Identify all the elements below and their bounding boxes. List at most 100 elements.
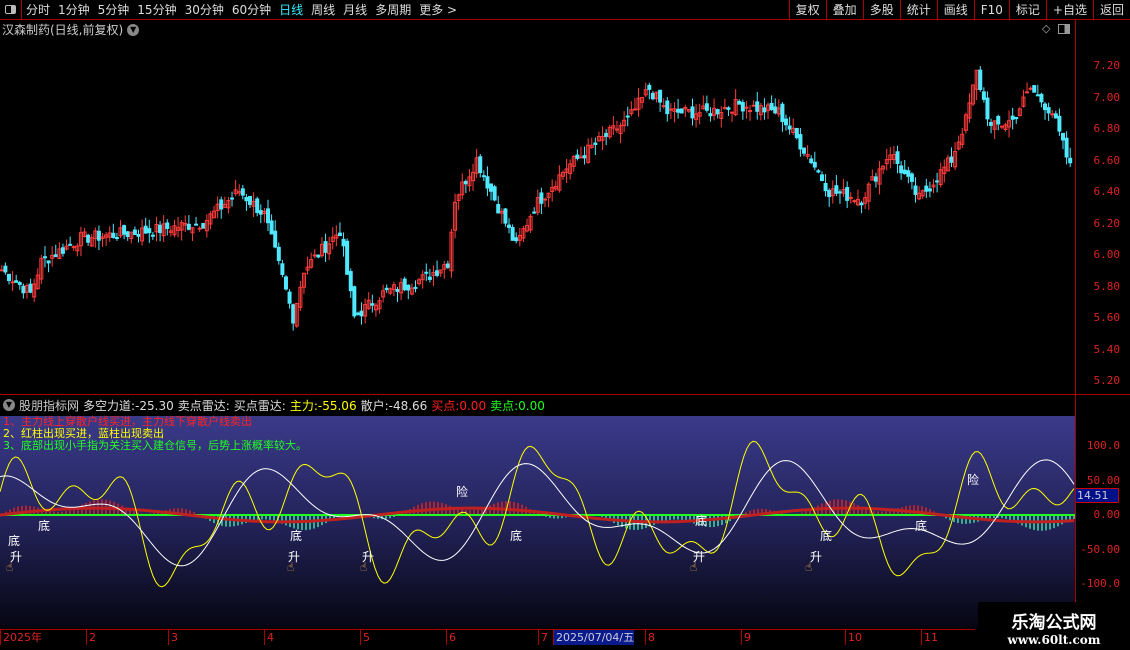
toolbar-button[interactable]: 叠加	[825, 0, 863, 20]
period-tab[interactable]: 月线	[339, 1, 371, 18]
candle	[1046, 107, 1051, 114]
candle	[481, 175, 486, 178]
candle	[150, 234, 155, 237]
candle	[873, 176, 878, 182]
candle	[158, 224, 163, 234]
toolbar-button[interactable]: 标记	[1008, 0, 1046, 20]
candle	[291, 304, 296, 324]
toolbar-button[interactable]: +自选	[1045, 0, 1093, 20]
candle	[658, 89, 663, 103]
candle	[647, 84, 652, 90]
candle	[359, 310, 364, 317]
candle	[614, 128, 619, 131]
toolbar-button[interactable]: 画线	[936, 0, 974, 20]
candle	[859, 202, 864, 206]
candle	[744, 106, 749, 109]
candle	[337, 232, 342, 237]
period-tab[interactable]: 60分钟	[228, 1, 275, 18]
candle	[837, 191, 842, 194]
indicator-label: 买点雷达:	[233, 398, 286, 413]
candle	[424, 271, 429, 274]
candle	[784, 118, 789, 126]
diamond-icon[interactable]: ◇	[1042, 22, 1050, 35]
candle	[28, 283, 33, 293]
panel-toggle-button[interactable]	[0, 0, 22, 20]
panel-icon[interactable]	[1058, 24, 1070, 34]
candle	[355, 312, 360, 315]
toolbar-button[interactable]: 复权	[788, 0, 826, 20]
period-tab[interactable]: 15分钟	[133, 1, 180, 18]
candle	[316, 254, 321, 258]
date-label: 10	[845, 630, 862, 645]
period-tab[interactable]: 日线	[275, 1, 307, 18]
price-axis-label: 5.60	[1093, 311, 1121, 324]
price-axis-label: 7.00	[1093, 90, 1121, 104]
date-label: 8	[645, 630, 655, 645]
candle	[186, 223, 191, 230]
candle	[258, 210, 263, 215]
candle	[751, 104, 756, 107]
candle	[435, 270, 440, 276]
period-tab[interactable]: 1分钟	[54, 1, 94, 18]
candle	[740, 102, 745, 112]
price-axis-label: 5.20	[1093, 374, 1121, 387]
candle	[219, 199, 224, 210]
candle	[463, 180, 468, 185]
candle	[1039, 93, 1044, 103]
indicator-item: 卖点雷达:	[178, 397, 230, 414]
candlestick-chart	[0, 66, 1073, 331]
date-axis: 2025年 2 3 4 5 6 7 2025/07/04/五 8 9 10 11	[0, 630, 975, 645]
pointing-hand-icon: ☝	[805, 560, 813, 574]
chevron-down-icon[interactable]: ▼	[3, 399, 15, 411]
candle	[273, 230, 278, 248]
toolbar-button[interactable]: 多股	[862, 0, 900, 20]
candle	[668, 108, 673, 111]
candle	[773, 106, 778, 114]
period-tab[interactable]: 30分钟	[181, 1, 228, 18]
risk-marker: 险	[456, 485, 469, 499]
candle	[492, 186, 497, 201]
candle	[985, 97, 990, 120]
period-tab[interactable]: 分时	[22, 1, 54, 18]
candle	[542, 198, 547, 201]
pointing-hand-icon: ☝	[6, 560, 14, 574]
candle	[287, 291, 292, 304]
candle	[489, 183, 494, 192]
toolbar-button[interactable]: F10	[973, 0, 1009, 20]
period-tab[interactable]: 周线	[307, 1, 339, 18]
candle	[510, 226, 515, 241]
indicator-value: -55.06	[317, 398, 357, 413]
toolbar-button[interactable]: 返回	[1092, 0, 1130, 20]
indicator-item: 买点:0.00	[431, 397, 486, 414]
candle	[42, 256, 47, 259]
period-tab[interactable]: 5分钟	[94, 1, 134, 18]
watermark-url: www.60lt.com	[1007, 633, 1101, 647]
candle	[507, 224, 512, 228]
toolbar-button[interactable]: 统计	[899, 0, 937, 20]
period-tab[interactable]: 多周期	[371, 1, 415, 18]
indicator-axis-label: -50.00	[1080, 542, 1120, 556]
candle	[3, 265, 8, 273]
candle	[136, 234, 141, 237]
candle	[266, 208, 270, 224]
chevron-down-icon[interactable]: ▼	[127, 23, 140, 36]
candle	[230, 197, 235, 200]
candle	[927, 188, 932, 192]
candle	[949, 156, 954, 163]
candle	[485, 176, 490, 189]
stock-title[interactable]: 汉森制药(日线,前复权) ▼	[2, 21, 140, 38]
candle	[906, 170, 911, 177]
candle	[996, 115, 1001, 125]
indicator-name[interactable]: 股朋指标网	[19, 397, 79, 414]
divider	[0, 394, 1130, 395]
indicator-value: 0.00	[459, 398, 487, 413]
candle	[823, 182, 828, 192]
candle	[676, 108, 681, 113]
candle	[924, 185, 929, 192]
candle	[834, 185, 839, 194]
candle	[197, 227, 202, 230]
candle	[902, 169, 907, 175]
indicator-item: 散户:-48.66	[361, 397, 428, 414]
candle	[10, 281, 15, 284]
period-tab[interactable]: 更多 >	[415, 1, 461, 18]
